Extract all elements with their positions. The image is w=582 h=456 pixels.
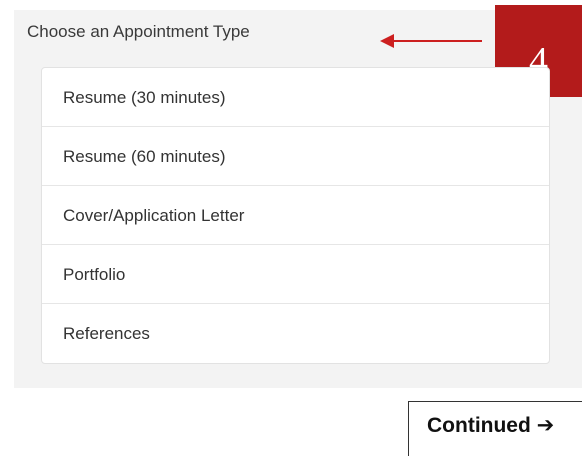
continued-label: Continued ➔ — [408, 401, 582, 456]
list-item-resume-30[interactable]: Resume (30 minutes) — [42, 68, 549, 127]
appointment-type-list: Resume (30 minutes) Resume (60 minutes) … — [41, 67, 550, 364]
panel-title: Choose an Appointment Type — [27, 22, 250, 41]
left-arrow-icon — [380, 34, 482, 48]
list-item-portfolio[interactable]: Portfolio — [42, 245, 549, 304]
list-item-references[interactable]: References — [42, 304, 549, 363]
list-item-resume-60[interactable]: Resume (60 minutes) — [42, 127, 549, 186]
list-item-cover-letter[interactable]: Cover/Application Letter — [42, 186, 549, 245]
